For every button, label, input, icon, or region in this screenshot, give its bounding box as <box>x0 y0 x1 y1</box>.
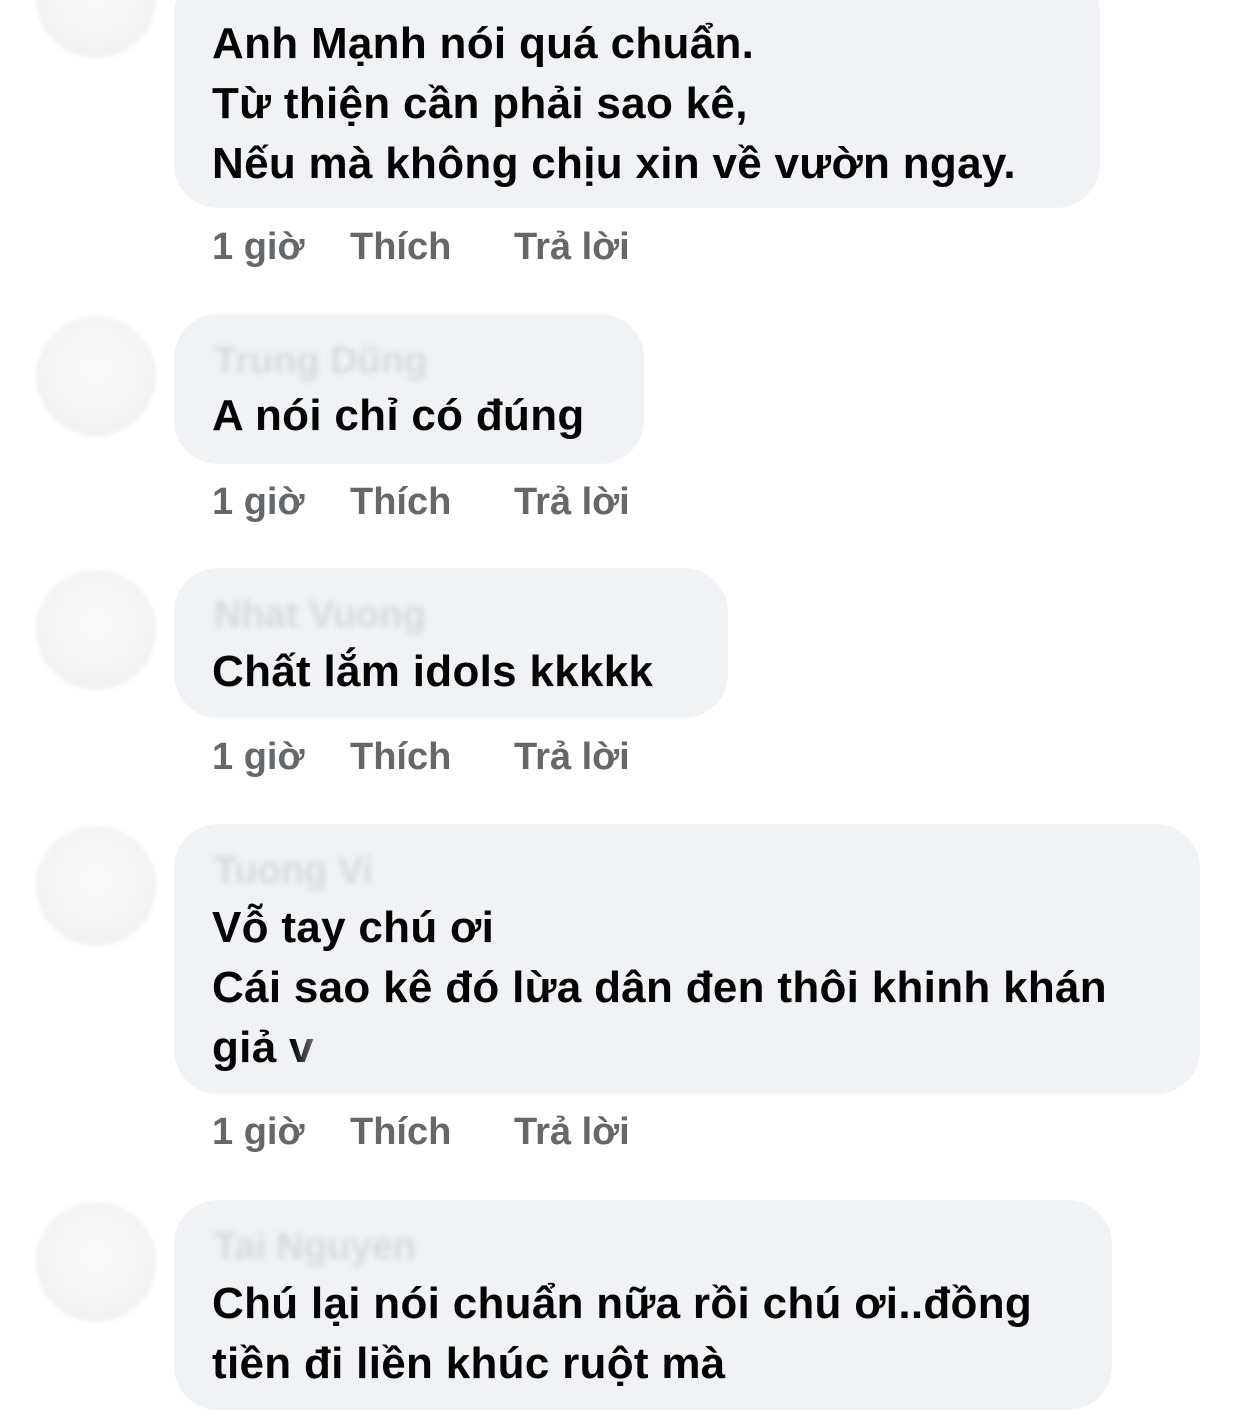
reply-button[interactable]: Trả lời <box>514 1111 630 1154</box>
comment-bubble: Tai Nguyen Chú lại nói chuẩn nữa rồi chú… <box>174 1200 1112 1410</box>
comment-author[interactable]: Trung Dũng <box>214 340 427 383</box>
avatar[interactable] <box>36 1202 156 1322</box>
like-button[interactable]: Thích <box>350 481 451 524</box>
comment-bubble: Trung Dũng A nói chỉ có đúng <box>174 314 644 464</box>
comment-bubble: Anh Mạnh nói quá chuẩn. Từ thiện cần phả… <box>174 0 1100 208</box>
like-button[interactable]: Thích <box>350 736 451 779</box>
comment-timestamp: 1 giờ <box>212 481 305 523</box>
comment-text-line: Cái sao kê đó lừa dân đen thôi khinh khá… <box>212 963 1107 1012</box>
comment-author[interactable]: Tuong Vi <box>214 850 373 893</box>
reply-button[interactable]: Trả lời <box>514 481 630 524</box>
comment-text-line: Vỗ tay chú ơi <box>212 903 495 952</box>
avatar[interactable] <box>36 0 156 58</box>
avatar[interactable] <box>36 826 156 946</box>
comment-author[interactable]: Tai Nguyen <box>214 1226 416 1269</box>
comment-text-line: Anh Mạnh nói quá chuẩn. <box>212 19 755 68</box>
comment-text-line: tiền đi liền khúc ruột mà <box>212 1339 726 1388</box>
like-button[interactable]: Thích <box>350 226 451 269</box>
comment-author[interactable]: Nhat Vuong <box>214 594 426 637</box>
reply-button[interactable]: Trả lời <box>514 226 630 269</box>
comment-text-line: Từ thiện cần phải sao kê, <box>212 79 748 128</box>
comment-timestamp: 1 giờ <box>212 226 305 268</box>
comment-text-line: A nói chỉ có đúng <box>212 391 585 440</box>
comment-timestamp: 1 giờ <box>212 736 305 778</box>
like-button[interactable]: Thích <box>350 1111 451 1154</box>
comment-bubble: Nhat Vuong Chất lắm idols kkkkk <box>174 568 728 718</box>
comment-text-line: Chất lắm idols kkkkk <box>212 647 654 696</box>
comment-text-line: Nếu mà không chịu xin về vườn ngay. <box>212 139 1016 188</box>
comment-timestamp: 1 giờ <box>212 1111 305 1153</box>
reply-button[interactable]: Trả lời <box>514 736 630 779</box>
text-fade-overlay <box>292 1010 432 1080</box>
comment-text-line: Chú lại nói chuẩn nữa rồi chú ơi..đồng <box>212 1279 1033 1328</box>
avatar[interactable] <box>36 570 156 690</box>
avatar[interactable] <box>36 316 156 436</box>
